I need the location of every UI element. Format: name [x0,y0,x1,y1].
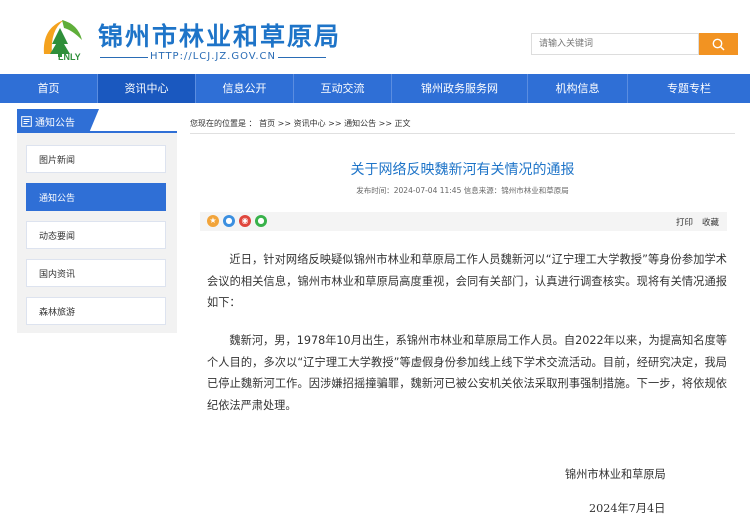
site-url: HTTP://LCJ.JZ.GOV.CN [100,51,326,62]
sidebar-item-forest-tourism[interactable]: 森林旅游 [26,297,166,325]
sidebar-heading: 通知公告 [35,117,75,129]
sidebar-header: 通知公告 [17,109,177,133]
nav-item-organization[interactable]: 机构信息 [528,74,628,103]
nav-item-home[interactable]: 首页 [0,74,98,103]
article-meta: 发布时间：2024-07-04 11:45 信息来源：锦州市林业和草原局 [356,186,569,195]
nav-item-news-center[interactable]: 资讯中心 [98,74,196,103]
sidebar-heading-tab: 通知公告 [17,109,99,133]
nav-item-info-disclosure[interactable]: 信息公开 [196,74,294,103]
sidebar-panel: 图片新闻 通知公告 动态要闻 国内资讯 森林旅游 [17,133,177,333]
site-header: LNLY 锦州市林业和草原局 HTTP://LCJ.JZ.GOV.CN [0,0,750,74]
search-icon [712,38,725,51]
breadcrumb: 您现在的位置是 ： 首页 >> 资讯中心 >> 通知公告 >> 正文 [190,118,735,134]
nav-item-interaction[interactable]: 互动交流 [294,74,392,103]
share-qzone-icon[interactable]: ★ [207,215,219,227]
main-nav: 首页 资讯中心 信息公开 互动交流 锦州政务服务网 机构信息 专题专栏 [0,74,750,103]
share-tencent-icon[interactable]: ● [223,215,235,227]
article-paragraph: 魏新河，男，1978年10月出生，系锦州市林业和草原局工作人员。自2022年以来… [207,334,727,412]
site-title: 锦州市林业和草原局 [98,22,342,51]
notice-icon [21,115,32,127]
sidebar-item-dynamic-news[interactable]: 动态要闻 [26,221,166,249]
article-signature: 锦州市林业和草原局 [565,468,666,481]
forestry-logo-icon[interactable]: LNLY [38,14,88,62]
search-input[interactable] [531,33,699,55]
sidebar-item-photo-news[interactable]: 图片新闻 [26,145,166,173]
article-paragraph: 近日，针对网络反映疑似锦州市林业和草原局工作人员魏新河以“辽宁理工大学教授”等身… [207,253,727,309]
share-weibo-icon[interactable]: ◉ [239,215,251,227]
article-title: 关于网络反映魏新河有关情况的通报 [350,162,575,178]
share-wechat-icon[interactable]: ● [255,215,267,227]
search-button[interactable] [699,33,738,55]
nav-item-special-topics[interactable]: 专题专栏 [628,74,750,103]
article-date: 2024年7月4日 [589,502,666,515]
share-toolbar: ★ ● ◉ ● 打印 收藏 [200,212,727,231]
print-button[interactable]: 打印 [676,216,693,228]
site-url-text: HTTP://LCJ.JZ.GOV.CN [146,51,280,62]
sidebar-item-notices[interactable]: 通知公告 [26,183,166,211]
logo-letters: LNLY [58,52,81,62]
favorite-button[interactable]: 收藏 [702,216,719,228]
nav-item-gov-service[interactable]: 锦州政务服务网 [392,74,528,103]
sidebar-item-domestic-news[interactable]: 国内资讯 [26,259,166,287]
